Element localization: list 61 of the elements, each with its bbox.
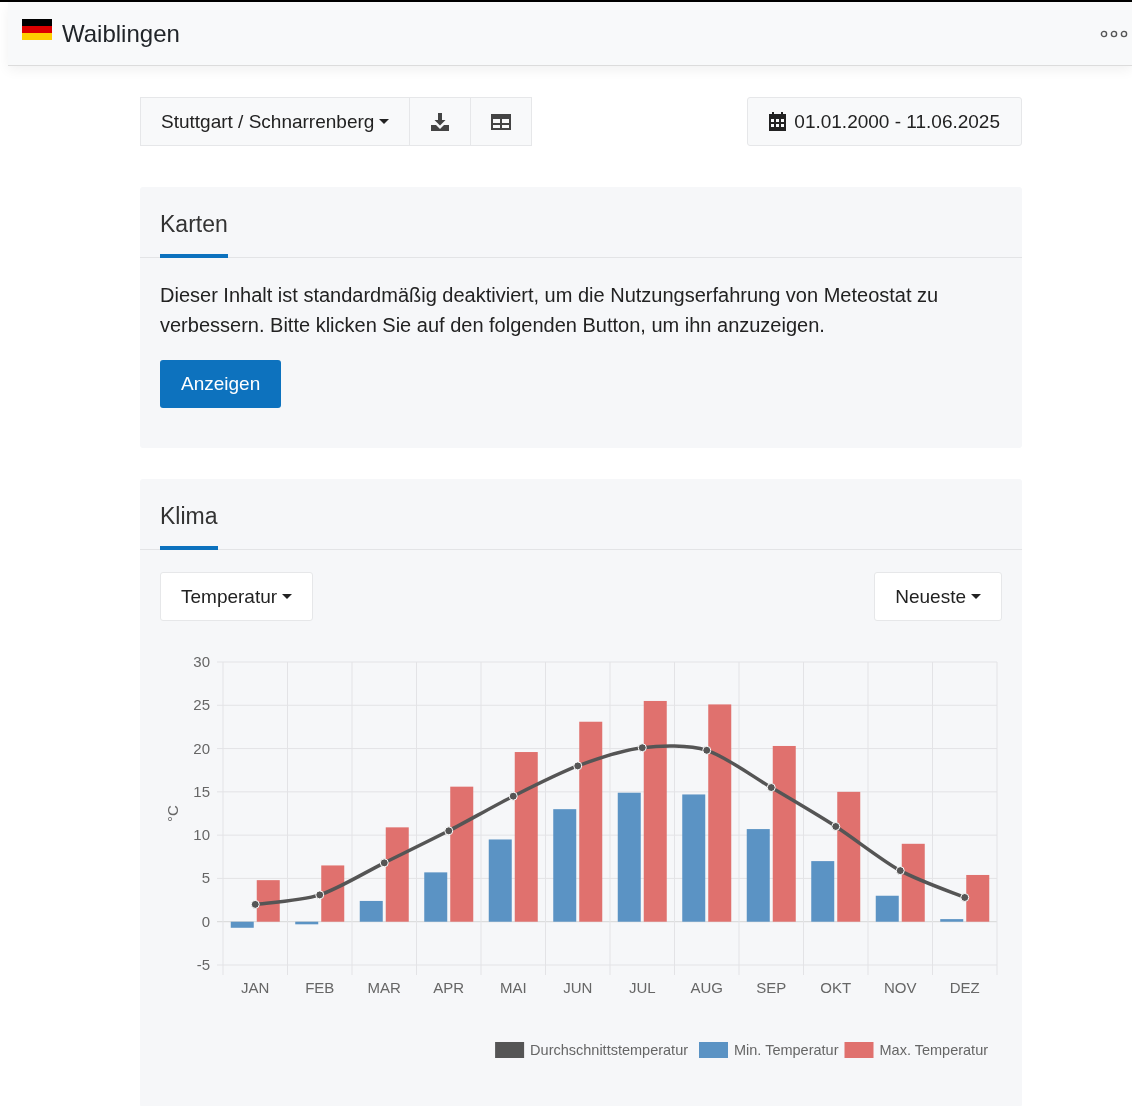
y-tick-label: 5 (201, 869, 210, 887)
more-options-icon[interactable] (1100, 29, 1128, 38)
x-tick-label: JUN (563, 979, 593, 996)
y-tick-label: 10 (193, 826, 210, 844)
chart-bar (359, 900, 383, 922)
card-tab[interactable]: Karten (160, 187, 228, 258)
x-tick-label: SEP (756, 979, 787, 996)
y-tick-label: 0 (201, 912, 210, 930)
y-tick-label: 15 (193, 782, 210, 800)
chart-bar (966, 874, 990, 922)
chart-bar (424, 872, 448, 922)
chart-bar (875, 895, 899, 922)
y-axis-label: °C (164, 805, 181, 822)
table-view-button[interactable] (470, 97, 533, 146)
notice-text: Dieser Inhalt ist standardmäßig deaktiviert, um die Nutzungserfahrung von Meteostat zu verbessern. Bitte klicken Sie auf den folgenden Button, um ihn anzuzeigen. (160, 283, 940, 338)
show-button[interactable]: Anzeigen (160, 360, 282, 408)
download-button[interactable] (409, 97, 472, 146)
page-title: Waiblingen (62, 19, 181, 48)
y-tick-label: -5 (196, 956, 210, 973)
period-dropdown[interactable]: Neueste (874, 572, 1002, 621)
chart-bar (295, 921, 319, 925)
data-point (315, 890, 325, 900)
x-tick-label: JAN (241, 979, 270, 996)
x-tick-label: FEB (305, 979, 335, 996)
data-point (960, 892, 970, 902)
calendar-icon (769, 112, 787, 131)
x-tick-label: JUL (628, 979, 656, 996)
x-tick-label: MAR (367, 979, 401, 996)
x-tick-label: APR (433, 979, 465, 996)
data-point (702, 745, 712, 755)
x-tick-label: DEZ (949, 979, 980, 996)
legend-label: Durchschnittstemperatur (530, 1042, 689, 1058)
legend-label: Min. Temperatur (734, 1042, 839, 1058)
table-icon (491, 112, 512, 131)
date-range-button[interactable]: 01.01.2000 - 11.06.2025 (747, 97, 1022, 146)
chart-bar (321, 865, 345, 922)
x-tick-label: AUG (690, 979, 723, 996)
y-tick-label: 30 (193, 653, 210, 670)
data-point (379, 858, 389, 868)
parameter-dropdown[interactable]: Temperatur (160, 572, 314, 621)
x-tick-label: MAI (499, 979, 527, 996)
data-point (508, 791, 518, 801)
data-point (831, 822, 841, 831)
data-point (766, 783, 776, 793)
station-dropdown[interactable]: Stuttgart / Schnarrenberg (140, 97, 411, 146)
data-point (444, 826, 454, 836)
y-tick-label: 20 (193, 739, 210, 757)
card-tab[interactable]: Klima (160, 479, 218, 550)
x-tick-label: OKT (820, 979, 852, 996)
download-icon (430, 111, 451, 132)
y-tick-label: 25 (193, 696, 210, 714)
data-point (573, 761, 583, 771)
data-point (637, 743, 647, 753)
data-point (895, 866, 905, 876)
legend-label: Max. Temperatur (879, 1042, 989, 1058)
chart-bar (811, 861, 835, 922)
x-tick-label: NOV (884, 979, 917, 996)
flag-icon (22, 19, 52, 40)
chart-bar (230, 921, 254, 928)
data-point (250, 899, 260, 909)
chart-bar (940, 919, 964, 922)
